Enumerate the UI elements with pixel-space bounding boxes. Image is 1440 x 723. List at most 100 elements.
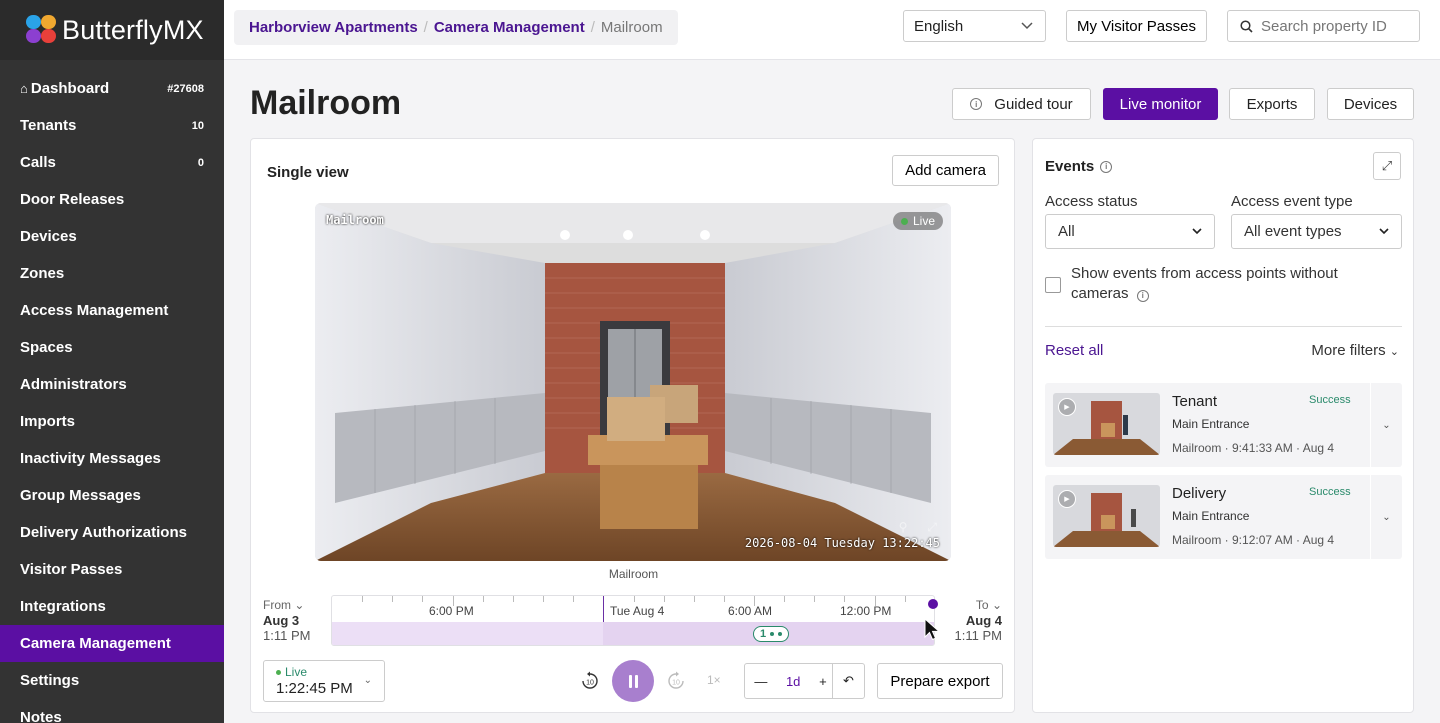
event-card[interactable]: ▶ Tenant Success Main Entrance Mailroom … xyxy=(1045,383,1402,467)
sidebar-item-delivery-authorizations[interactable]: Delivery Authorizations xyxy=(0,514,224,551)
more-filters-button[interactable]: More filters ⌄ xyxy=(1311,342,1399,359)
zoom-in-button[interactable]: + xyxy=(819,674,827,689)
sidebar-item-imports[interactable]: Imports xyxy=(0,403,224,440)
event-location: Main Entrance xyxy=(1172,417,1250,431)
fullscreen-icon[interactable]: ⤢ xyxy=(927,520,937,535)
sidebar-item-door-releases[interactable]: Door Releases xyxy=(0,181,224,218)
info-icon[interactable]: i xyxy=(1100,160,1113,173)
undo-icon: ↶ xyxy=(843,673,854,688)
sidebar-item-camera-management[interactable]: Camera Management xyxy=(0,625,224,662)
sidebar-item-spaces[interactable]: Spaces xyxy=(0,329,224,366)
event-expand-button[interactable]: ⌄ xyxy=(1370,475,1402,559)
sidebar-item-notes[interactable]: Notes xyxy=(0,699,224,723)
count-badge: 10 xyxy=(191,119,204,132)
no-camera-events-checkbox[interactable] xyxy=(1045,277,1061,293)
search-box[interactable] xyxy=(1227,10,1420,42)
event-status-badge: Success xyxy=(1309,394,1351,406)
reset-zoom-button[interactable]: ↶ xyxy=(832,663,865,699)
timeline-playhead[interactable] xyxy=(928,599,938,609)
sidebar-item-tenants[interactable]: Tenants 10 xyxy=(0,107,224,144)
access-status-value: All xyxy=(1058,223,1075,240)
timeline-label: 6:00 AM xyxy=(728,604,773,618)
access-status-label: Access status xyxy=(1045,193,1138,210)
timeline-tick xyxy=(422,596,423,602)
sidebar-item-zones[interactable]: Zones xyxy=(0,255,224,292)
guided-tour-button[interactable]: i Guided tour xyxy=(952,88,1091,120)
timeline-tick xyxy=(784,596,785,602)
breadcrumb-separator: / xyxy=(590,19,595,36)
event-thumbnail[interactable]: ▶ xyxy=(1053,485,1160,547)
event-expand-button[interactable]: ⌄ xyxy=(1370,383,1402,467)
sidebar-item-access-management[interactable]: Access Management xyxy=(0,292,224,329)
exports-button[interactable]: Exports xyxy=(1229,88,1315,120)
sidebar-item-dashboard[interactable]: ⌂ Dashboard #27608 xyxy=(0,70,224,107)
live-monitor-button[interactable]: Live monitor xyxy=(1103,88,1218,120)
sidebar-item-inactivity-messages[interactable]: Inactivity Messages xyxy=(0,440,224,477)
breadcrumb-camera-management[interactable]: Camera Management xyxy=(434,19,585,36)
brand-logo[interactable]: ButterflyMX xyxy=(0,0,224,60)
pause-button[interactable] xyxy=(612,660,654,702)
info-icon: i xyxy=(970,98,983,110)
zoom-in-icon[interactable]: ⚲ xyxy=(899,520,908,535)
camera-feed[interactable]: Mailroom Live ⚲ ⤢ 2026-08-04 Tuesday 13:… xyxy=(315,203,951,561)
sidebar-item-label: Devices xyxy=(20,228,77,245)
info-icon[interactable]: i xyxy=(1136,290,1149,302)
no-camera-events-label: Show events from access points without c… xyxy=(1071,264,1391,304)
chevron-down-icon: ⌄ xyxy=(1382,511,1391,523)
chevron-down-icon: ⌄ xyxy=(363,675,372,686)
timeline-event-cluster[interactable]: 1 xyxy=(753,626,790,642)
sidebar-item-devices[interactable]: Devices xyxy=(0,218,224,255)
rewind-label: 10 xyxy=(586,680,594,687)
live-label: Live xyxy=(285,665,308,679)
timeline-tick xyxy=(483,596,484,602)
access-type-label: Access event type xyxy=(1231,193,1353,210)
sidebar-item-calls[interactable]: Calls 0 xyxy=(0,144,224,181)
checkbox-label-text: Show events from access points without c… xyxy=(1071,265,1338,302)
to-date: Aug 4 xyxy=(965,613,1002,628)
sidebar-item-integrations[interactable]: Integrations xyxy=(0,588,224,625)
timeline-label: 12:00 PM xyxy=(840,604,892,618)
prepare-export-button[interactable]: Prepare export xyxy=(877,663,1003,699)
live-dot-icon xyxy=(276,669,281,675)
timeline-to[interactable]: To ⌄ Aug 4 1:11 PM xyxy=(955,598,1002,643)
live-time-select[interactable]: Live 1:22:45 PM ⌄ xyxy=(263,660,385,702)
access-type-select[interactable]: All event types xyxy=(1231,214,1402,249)
pause-icon xyxy=(634,674,638,688)
playback-speed[interactable]: 1× xyxy=(707,673,721,687)
to-time: 1:11 PM xyxy=(954,628,1002,643)
access-status-select[interactable]: All xyxy=(1045,214,1215,249)
play-icon[interactable]: ▶ xyxy=(1058,398,1076,416)
reset-all-link[interactable]: Reset all xyxy=(1045,342,1103,359)
camera-panel: Single view Add camera Mailroom Live ⚲ ⤢… xyxy=(250,138,1015,713)
sidebar-item-administrators[interactable]: Administrators xyxy=(0,366,224,403)
chevron-down-icon xyxy=(1021,22,1033,30)
timeline-from[interactable]: From ⌄ Aug 3 1:11 PM xyxy=(263,598,310,643)
event-card[interactable]: ▶ Delivery Success Main Entrance Mailroo… xyxy=(1045,475,1402,559)
chevron-down-icon xyxy=(1379,228,1389,235)
add-camera-button[interactable]: Add camera xyxy=(892,155,999,186)
expand-button[interactable]: ⤢ xyxy=(1373,152,1401,180)
live-badge-text: Live xyxy=(912,214,935,228)
cluster-count: 1 xyxy=(760,628,767,640)
sidebar-item-group-messages[interactable]: Group Messages xyxy=(0,477,224,514)
event-thumbnail[interactable]: ▶ xyxy=(1053,393,1160,455)
mouse-cursor-icon xyxy=(924,618,940,641)
timeline-track[interactable]: 6:00 PM Tue Aug 4 6:00 AM 12:00 PM 1 xyxy=(331,595,935,646)
timeline-day-marker xyxy=(603,596,604,622)
breadcrumb-separator: / xyxy=(423,19,428,36)
search-input[interactable] xyxy=(1261,17,1411,35)
sidebar-item-settings[interactable]: Settings xyxy=(0,662,224,699)
pause-icon xyxy=(628,674,632,688)
my-visitor-passes-button[interactable]: My Visitor Passes xyxy=(1066,10,1207,42)
forward-10-icon[interactable]: 10 xyxy=(665,670,687,692)
rewind-10-icon[interactable]: 10 xyxy=(579,670,601,692)
sidebar-item-label: Dashboard xyxy=(30,80,110,97)
home-icon: ⌂ xyxy=(20,81,28,96)
from-label: From xyxy=(263,598,291,612)
play-icon[interactable]: ▶ xyxy=(1058,490,1076,508)
devices-button[interactable]: Devices xyxy=(1327,88,1414,120)
language-select[interactable]: English xyxy=(903,10,1046,42)
sidebar-item-visitor-passes[interactable]: Visitor Passes xyxy=(0,551,224,588)
breadcrumb-property[interactable]: Harborview Apartments xyxy=(249,19,418,36)
zoom-out-button[interactable]: — xyxy=(754,674,767,689)
